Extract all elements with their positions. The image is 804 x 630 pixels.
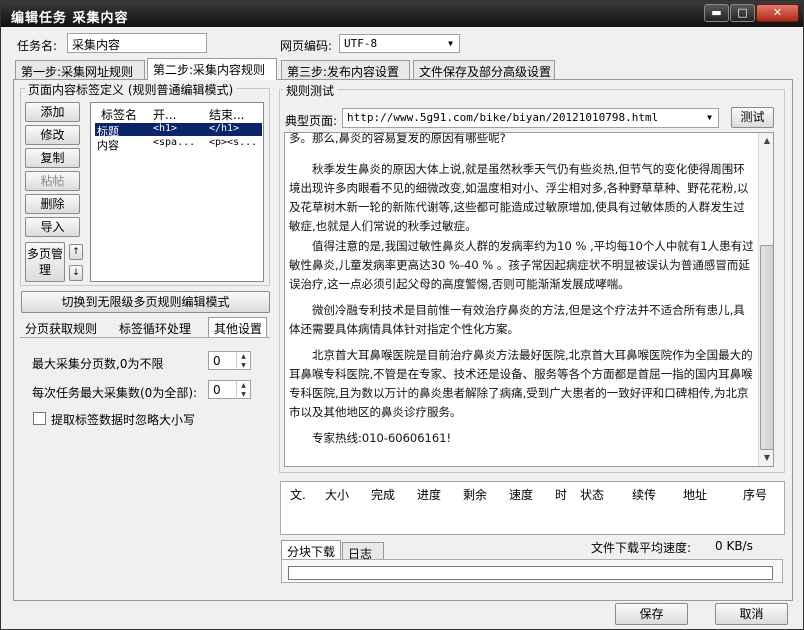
col-header-start[interactable]: 开... [153, 106, 176, 124]
dl-col-index[interactable]: 序号 [743, 486, 767, 504]
table-cell[interactable]: <p><s... [209, 137, 257, 148]
close-icon[interactable]: ✕ [756, 4, 799, 22]
paste-button[interactable]: 粘帖 [25, 171, 80, 191]
dl-col-speed[interactable]: 速度 [509, 486, 533, 504]
tab-step3[interactable]: 第三步:发布内容设置 [281, 60, 410, 80]
max-items-stepper[interactable]: 0 ▲ ▼ [208, 380, 251, 399]
rule-test-title: 规则测试 [283, 82, 338, 99]
avg-speed-value: 0 KB/s [715, 539, 753, 553]
task-name-label: 任务名: [17, 39, 58, 53]
typical-page-url: http://www.5g91.com/bike/biyan/201210107… [347, 111, 659, 124]
title-bar: 编辑任务 采集内容 ▬ □ ✕ [1, 1, 803, 27]
col-header-tagname[interactable]: 标签名 [101, 106, 137, 124]
encoding-value: UTF-8 [344, 37, 378, 50]
max-items-label: 每次任务最大采集数(0为全部): [32, 386, 198, 400]
article-paragraph: 微创冷融专利技术是目前惟一有效治疗鼻炎的方法,但是这个疗法并不适合所有患儿,具体… [289, 303, 745, 336]
dl-col-progress[interactable]: 进度 [417, 486, 441, 504]
window-title: 编辑任务 采集内容 [11, 11, 129, 26]
stepper-up-icon[interactable]: ▲ [236, 381, 250, 390]
minimize-icon[interactable]: ▬ [704, 4, 729, 22]
article-paragraph: 多。那么,鼻炎的容易复发的原因有哪些呢? [289, 132, 506, 145]
tab-chunk-download[interactable]: 分块下载 [281, 540, 341, 560]
test-button[interactable]: 测试 [731, 107, 774, 128]
tab-log[interactable]: 日志 [342, 542, 384, 561]
edit-task-window: 编辑任务 采集内容 ▬ □ ✕ 任务名: 采集内容 网页编码: UTF-8 ▼ … [0, 0, 804, 630]
max-pages-value: 0 [213, 354, 221, 368]
task-name-input[interactable]: 采集内容 [67, 33, 207, 53]
max-pages-label: 最大采集分页数,0为不限 [32, 357, 164, 371]
test-result-text[interactable]: 多。那么,鼻炎的容易复发的原因有哪些呢? 秋季发生鼻炎的原因大体上说,就是虽然秋… [284, 132, 774, 467]
tab-step1[interactable]: 第一步:采集网址规则 [15, 60, 145, 80]
article-paragraph: 秋季发生鼻炎的原因大体上说,就是虽然秋季天气仍有些炎热,但节气的变化使得周围环境… [289, 162, 749, 233]
scrollbar-thumb[interactable] [760, 245, 773, 450]
tag-table: 标签名 开... 结束... 标题 <h1> </h1> 内容 <spa... … [90, 102, 264, 282]
col-header-end[interactable]: 结束... [209, 106, 244, 124]
typical-page-label: 典型页面: [285, 114, 338, 128]
dl-col-done[interactable]: 完成 [371, 486, 395, 504]
cancel-button[interactable]: 取消 [715, 603, 788, 625]
subtab-loop[interactable]: 标签循环处理 [119, 320, 191, 337]
dl-col-remaining[interactable]: 剩余 [463, 486, 487, 504]
dl-col-status[interactable]: 状态 [580, 486, 604, 504]
table-cell[interactable]: <h1> [153, 123, 177, 134]
tag-definition-title: 页面内容标签定义 (规则普通编辑模式) [25, 81, 237, 98]
ignore-case-checkbox[interactable] [33, 412, 46, 425]
edit-button[interactable]: 修改 [25, 125, 80, 145]
multipage-manage-button[interactable]: 多页管理 [25, 242, 65, 282]
scroll-up-icon[interactable]: ▲ [759, 133, 773, 149]
subtab-other[interactable]: 其他设置 [208, 317, 267, 337]
subtab-paging[interactable]: 分页获取规则 [25, 320, 97, 337]
move-up-icon[interactable]: ↑ [69, 244, 83, 260]
max-pages-stepper[interactable]: 0 ▲ ▼ [208, 351, 251, 370]
import-button[interactable]: 导入 [25, 217, 80, 237]
download-table: 文. 大小 完成 进度 剩余 速度 时 状态 续传 地址 序号 [280, 481, 785, 535]
avg-speed-label: 文件下载平均速度: [591, 541, 692, 555]
ignore-case-label: 提取标签数据时忽略大小写 [51, 413, 196, 427]
stepper-down-icon[interactable]: ▼ [236, 361, 250, 370]
copy-button[interactable]: 复制 [25, 148, 80, 168]
switch-mode-button[interactable]: 切换到无限级多页规则编辑模式 [21, 291, 270, 313]
add-button[interactable]: 添加 [25, 102, 80, 122]
table-cell[interactable]: </h1> [209, 123, 239, 134]
chevron-down-icon[interactable]: ▼ [442, 35, 459, 52]
vertical-scrollbar[interactable]: ▲ ▼ [758, 133, 773, 466]
maximize-icon[interactable]: □ [730, 4, 755, 22]
encoding-select[interactable]: UTF-8 ▼ [339, 34, 460, 53]
scroll-down-icon[interactable]: ▼ [759, 450, 773, 466]
article-paragraph: 专家热线:010-60606161! [289, 431, 452, 445]
chevron-down-icon[interactable]: ▼ [701, 109, 718, 127]
progress-bar [288, 566, 773, 580]
typical-page-input[interactable]: http://www.5g91.com/bike/biyan/201210107… [342, 108, 719, 128]
encoding-label: 网页编码: [280, 39, 333, 53]
article-paragraph: 北京首大耳鼻喉医院是目前治疗鼻炎方法最好医院,北京首大耳鼻喉医院作为全国最大的耳… [289, 348, 753, 419]
divider [20, 337, 270, 338]
download-panel [281, 559, 783, 583]
stepper-down-icon[interactable]: ▼ [236, 390, 250, 399]
table-cell[interactable]: <spa... [153, 137, 195, 148]
table-cell[interactable]: 内容 [97, 137, 119, 153]
dl-col-file[interactable]: 文. [290, 486, 306, 504]
dl-col-time[interactable]: 时 [555, 486, 567, 504]
article-paragraph: 值得注意的是,我国过敏性鼻炎人群的发病率约为10 % ,平均每10个人中就有1人… [289, 239, 754, 291]
max-items-value: 0 [213, 383, 221, 397]
dl-col-size[interactable]: 大小 [325, 486, 349, 504]
tab-step2[interactable]: 第二步:采集内容规则 [147, 58, 277, 80]
save-button[interactable]: 保存 [615, 603, 688, 625]
dl-col-address[interactable]: 地址 [683, 486, 707, 504]
move-down-icon[interactable]: ↓ [69, 265, 83, 281]
tab-advanced[interactable]: 文件保存及部分高级设置 [413, 60, 555, 80]
stepper-up-icon[interactable]: ▲ [236, 352, 250, 361]
delete-button[interactable]: 删除 [25, 194, 80, 214]
dl-col-resume[interactable]: 续传 [632, 486, 656, 504]
